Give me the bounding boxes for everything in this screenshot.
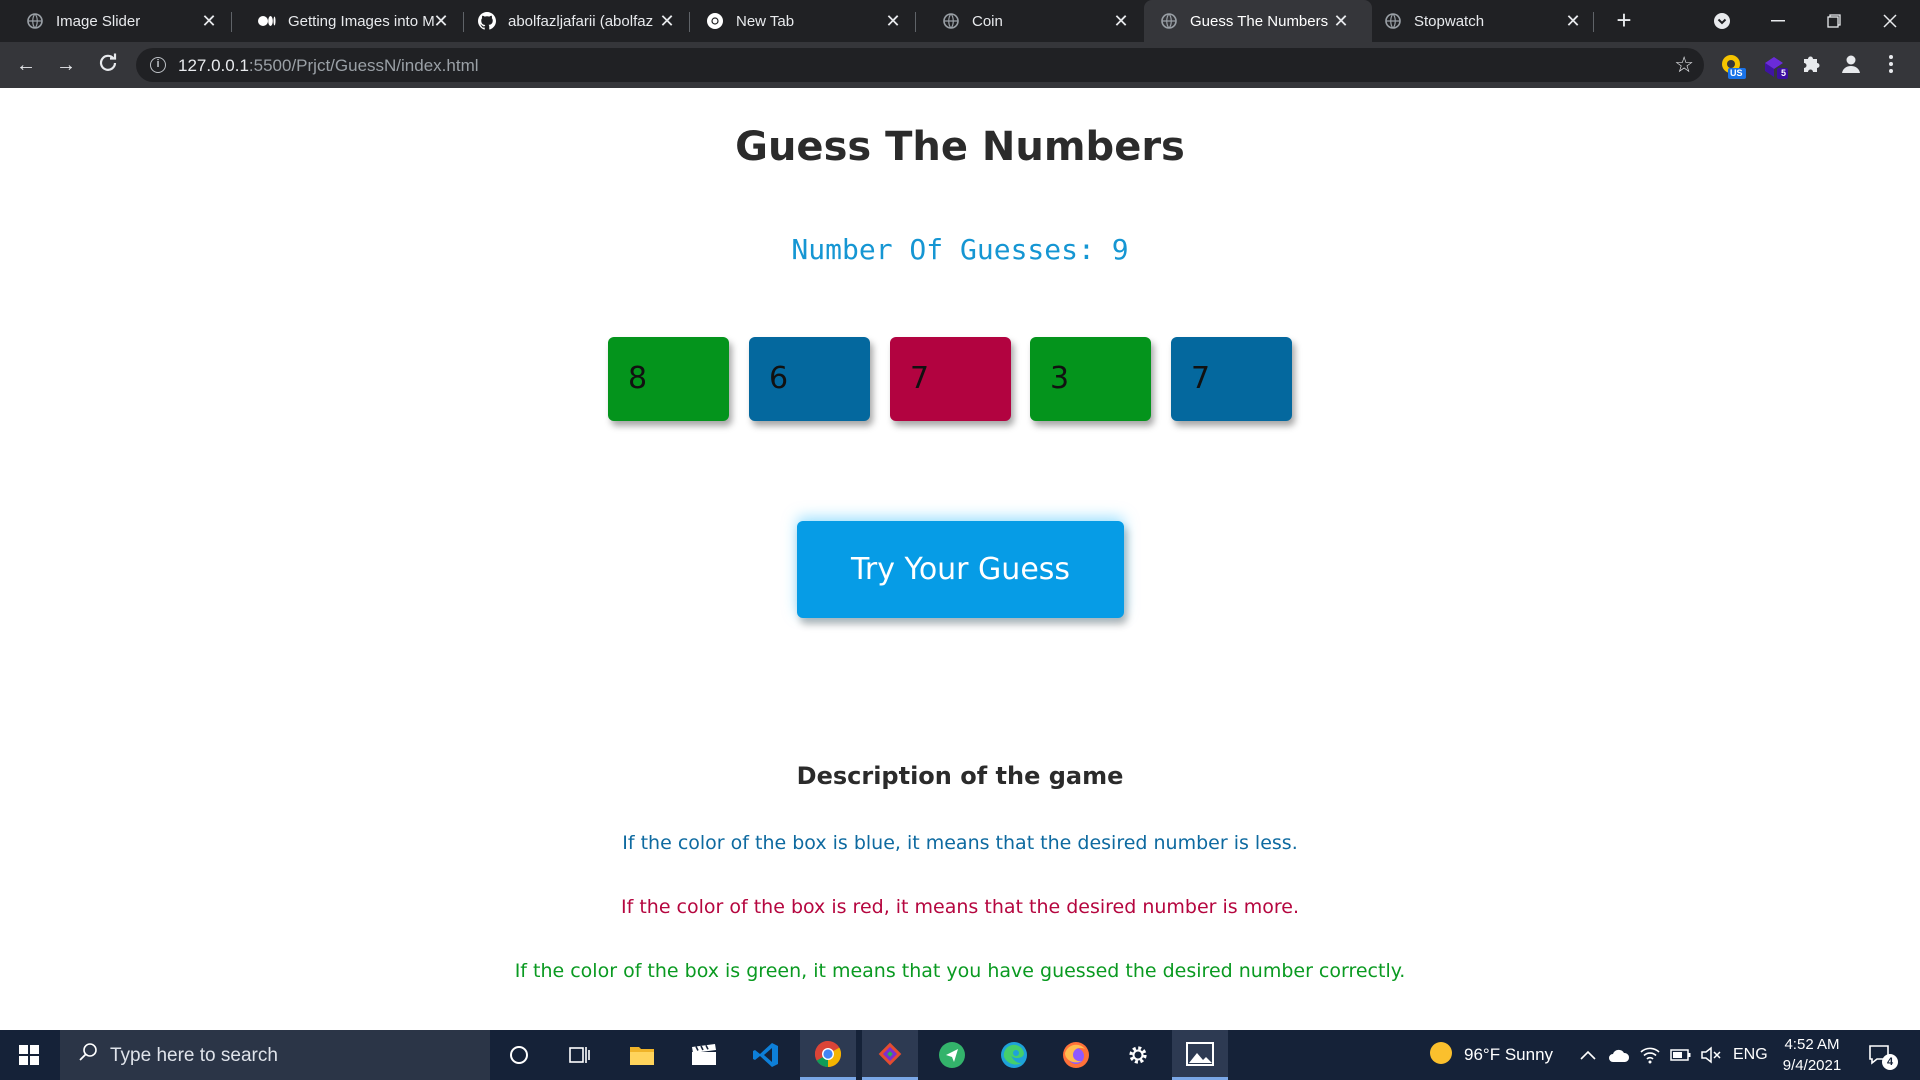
close-tab-icon[interactable]: ✕ (1564, 12, 1582, 30)
tab-image-slider[interactable]: Image Slider ✕ (0, 0, 232, 42)
tab-github[interactable]: abolfazljafarii (abolfaz ✕ (464, 0, 690, 42)
globe-icon (26, 12, 44, 30)
guess-box[interactable]: 3 (1030, 337, 1151, 421)
task-view-icon[interactable] (552, 1030, 608, 1080)
windows-taskbar: Type here to search 96°F Sunny ENG 4:52 … (0, 1030, 1920, 1080)
windows-start-icon[interactable] (0, 1030, 58, 1080)
photos-icon[interactable] (1172, 1030, 1228, 1080)
close-tab-icon[interactable]: ✕ (658, 12, 676, 30)
guess-box[interactable]: 7 (890, 337, 1011, 421)
close-tab-icon[interactable]: ✕ (1332, 12, 1350, 30)
bookmark-star-icon[interactable]: ☆ (1674, 53, 1694, 77)
profile-icon[interactable] (1840, 53, 1866, 79)
extensions-puzzle-icon[interactable] (1800, 53, 1826, 79)
taskbar-search-input[interactable]: Type here to search (60, 1030, 490, 1080)
rule-red: If the color of the box is red, it means… (621, 896, 1299, 918)
tab-strip: Image Slider ✕ Getting Images into M ✕ a… (0, 0, 1920, 42)
extension-badge: US (1730, 68, 1743, 78)
guesses-counter: Number Of Guesses: 9 (791, 233, 1129, 266)
rule-green: If the color of the box is green, it mea… (514, 960, 1406, 982)
tab-title: Guess The Numbers (1190, 12, 1329, 30)
tab-title: abolfazljafarii (abolfaz (508, 12, 654, 30)
restore-icon[interactable] (1806, 0, 1862, 42)
close-tab-icon[interactable]: ✕ (432, 12, 450, 30)
extension-badge: 5 (1781, 68, 1787, 78)
file-explorer-icon[interactable] (614, 1030, 670, 1080)
github-icon (478, 12, 496, 30)
settings-gear-icon[interactable] (1110, 1030, 1166, 1080)
vscode-icon[interactable] (738, 1030, 794, 1080)
page-content: Guess The Numbers Number Of Guesses: 9 8… (0, 88, 1920, 1030)
weather-text: 96°F Sunny (1464, 1045, 1554, 1064)
edge-icon[interactable] (986, 1030, 1042, 1080)
tab-stopwatch[interactable]: Stopwatch ✕ (1372, 0, 1594, 42)
new-tab-plus-icon[interactable]: + (1612, 7, 1636, 33)
page-title: Guess The Numbers (735, 124, 1185, 170)
send-app-icon[interactable] (924, 1030, 980, 1080)
globe-icon (942, 12, 960, 30)
guess-box[interactable]: 8 (608, 337, 729, 421)
browser-toolbar: ← → i 127.0.0.1:5500/Prjct/GuessN/index.… (0, 42, 1920, 88)
tab-search-icon[interactable] (1694, 0, 1750, 42)
medium-icon (258, 12, 276, 30)
extension-us-icon[interactable]: US (1720, 53, 1746, 79)
url-path: :5500/Prjct/GuessN/index.html (248, 56, 479, 75)
chrome-icon (706, 12, 724, 30)
search-icon (78, 1042, 98, 1068)
search-placeholder: Type here to search (110, 1045, 278, 1066)
firefox-icon[interactable] (1048, 1030, 1104, 1080)
action-center-icon[interactable]: 4 (1868, 1030, 1898, 1080)
close-window-icon[interactable] (1862, 0, 1918, 42)
tab-coin[interactable]: Coin ✕ (916, 0, 1144, 42)
git-app-icon[interactable] (862, 1030, 918, 1080)
site-info-icon[interactable]: i (150, 57, 166, 73)
tab-getting-images[interactable]: Getting Images into M ✕ (232, 0, 464, 42)
rule-blue: If the color of the box is blue, it mean… (622, 832, 1298, 854)
menu-kebab-icon[interactable] (1880, 53, 1906, 79)
sun-icon (1428, 1040, 1454, 1071)
volume-muted-icon[interactable] (1700, 1030, 1722, 1080)
clock[interactable]: 4:52 AM 9/4/2021 (1782, 1030, 1842, 1080)
tab-separator (1593, 12, 1594, 32)
guess-box[interactable]: 7 (1171, 337, 1292, 421)
try-your-guess-button[interactable]: Try Your Guess (797, 521, 1124, 618)
wifi-icon[interactable] (1640, 1030, 1660, 1080)
clock-time: 4:52 AM (1784, 1036, 1840, 1053)
weather-widget[interactable]: 96°F Sunny (1428, 1030, 1553, 1080)
url-host: 127.0.0.1 (178, 56, 249, 75)
tab-title: Getting Images into M (288, 12, 435, 30)
extension-dice-icon[interactable]: 5 (1762, 53, 1788, 79)
guess-box[interactable]: 6 (749, 337, 870, 421)
address-bar[interactable]: i 127.0.0.1:5500/Prjct/GuessN/index.html… (136, 48, 1704, 82)
guess-boxes: 8 6 7 3 7 (608, 337, 1328, 423)
battery-icon[interactable] (1670, 1030, 1692, 1080)
tab-title: New Tab (736, 12, 795, 30)
globe-icon (1384, 12, 1402, 30)
globe-icon (1160, 12, 1178, 30)
description-title: Description of the game (796, 762, 1124, 790)
url-text[interactable]: 127.0.0.1:5500/Prjct/GuessN/index.html (178, 56, 479, 76)
cortana-icon[interactable] (491, 1030, 547, 1080)
onedrive-icon[interactable] (1608, 1030, 1630, 1080)
forward-arrow-icon[interactable]: → (54, 53, 78, 77)
tab-new-tab[interactable]: New Tab ✕ (690, 0, 916, 42)
show-hidden-icons-caret-icon[interactable] (1580, 1030, 1596, 1080)
tab-title: Stopwatch (1414, 12, 1485, 30)
language-indicator[interactable]: ENG (1733, 1030, 1768, 1080)
tab-title: Coin (972, 12, 1003, 30)
close-tab-icon[interactable]: ✕ (200, 12, 218, 30)
tab-title: Image Slider (56, 12, 141, 30)
close-tab-icon[interactable]: ✕ (884, 12, 902, 30)
back-arrow-icon[interactable]: ← (14, 53, 38, 77)
close-tab-icon[interactable]: ✕ (1112, 12, 1130, 30)
clock-date: 9/4/2021 (1782, 1057, 1842, 1074)
minimize-icon[interactable] (1750, 0, 1806, 42)
tab-guess-the-numbers[interactable]: Guess The Numbers ✕ (1144, 0, 1372, 42)
notification-count-badge: 4 (1882, 1054, 1898, 1070)
video-editor-icon[interactable] (676, 1030, 732, 1080)
reload-icon[interactable] (96, 53, 120, 77)
chrome-taskbar-icon[interactable] (800, 1030, 856, 1080)
